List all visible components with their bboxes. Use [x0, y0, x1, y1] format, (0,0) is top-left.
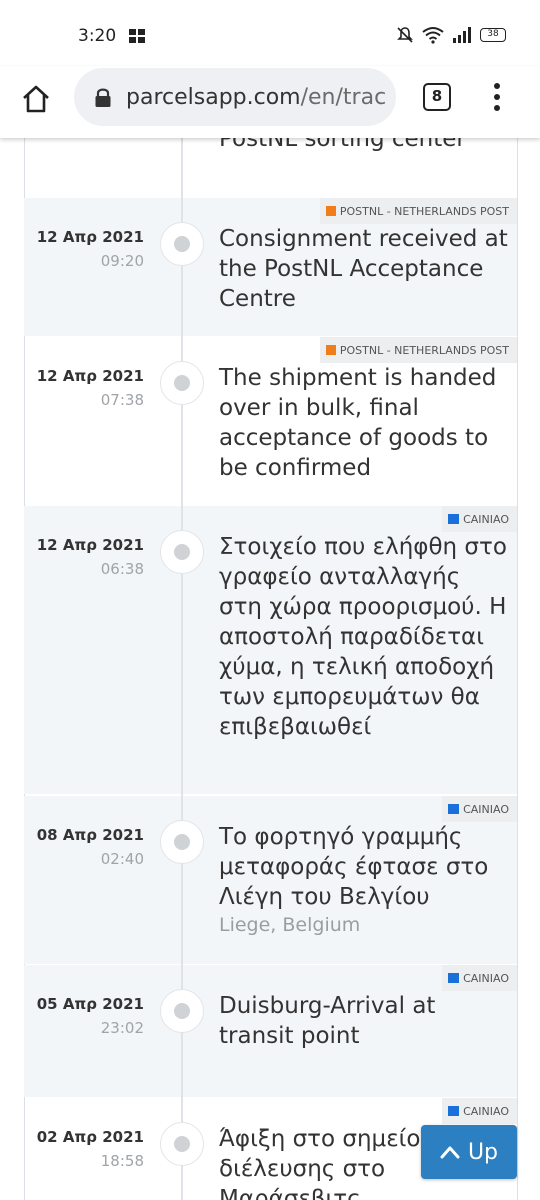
up-button-label: Up — [467, 1139, 499, 1165]
tracking-event: POSTNL - NETHERLANDS POST 12 Απρ 2021 09… — [24, 198, 517, 336]
cainiao-logo-icon — [448, 514, 460, 524]
event-description: Στοιχείο που ελήφθη στο γραφείο ανταλλαγ… — [219, 534, 507, 740]
scroll-up-button[interactable]: Up — [421, 1125, 517, 1179]
mute-bell-icon — [397, 27, 413, 43]
tracking-timeline: PostNL sorting center POSTNL - NETHERLAN… — [0, 138, 540, 1200]
postnl-logo-icon — [325, 345, 336, 355]
event-time: 06:38 — [100, 560, 144, 578]
carrier-name: CAINIAO — [463, 1104, 509, 1118]
event-time: 18:58 — [100, 1152, 144, 1170]
status-time: 3:20 — [78, 26, 117, 46]
event-date: 02 Απρ 2021 — [36, 1128, 144, 1146]
carrier-name: POSTNL - NETHERLANDS POST — [339, 343, 509, 357]
timeline-dot-icon — [160, 530, 204, 574]
timeline-dot-icon — [160, 989, 204, 1033]
timeline-dot-icon — [160, 361, 204, 405]
battery-icon: 38 — [480, 28, 506, 42]
overflow-menu-icon[interactable] — [490, 80, 504, 114]
event-date: 08 Απρ 2021 — [36, 826, 144, 844]
signal-icon — [453, 27, 471, 43]
carrier-badge: POSTNL - NETHERLANDS POST — [319, 198, 517, 224]
tracking-event: CAINIAO 05 Απρ 2021 23:02 Duisburg-Arriv… — [24, 965, 517, 1097]
timeline-line — [181, 138, 183, 1200]
cainiao-logo-icon — [448, 973, 460, 983]
carrier-name: POSTNL - NETHERLANDS POST — [339, 204, 509, 218]
carrier-badge: POSTNL - NETHERLANDS POST — [319, 337, 517, 363]
event-description: The shipment is handed over in bulk, fin… — [219, 365, 497, 481]
event-description: Duisburg-Arrival at transit point — [219, 993, 436, 1049]
carrier-badge: CAINIAO — [442, 506, 517, 532]
event-description: Το φορτηγό γραμμής μεταφοράς έφτασε στο … — [219, 824, 489, 910]
event-time: 23:02 — [100, 1019, 144, 1037]
carrier-badge: CAINIAO — [442, 796, 517, 822]
timeline-dot-icon — [160, 1122, 204, 1166]
event-date: 12 Απρ 2021 — [36, 536, 144, 554]
carrier-badge: CAINIAO — [442, 1098, 517, 1124]
timeline-dot-icon — [160, 222, 204, 266]
partial-event-text: PostNL sorting center — [219, 138, 466, 152]
postnl-logo-icon — [325, 206, 336, 216]
carrier-name: CAINIAO — [463, 971, 509, 985]
event-date: 12 Απρ 2021 — [36, 228, 144, 246]
home-icon — [23, 85, 49, 113]
lock-icon — [95, 88, 111, 107]
app-notification-icon — [129, 29, 145, 43]
url-domain: parcelsapp.com — [126, 84, 301, 110]
event-description: Consignment received at the PostNL Accep… — [219, 226, 508, 312]
url-path: /en/trac — [300, 84, 387, 110]
event-time: 02:40 — [100, 850, 144, 868]
cainiao-logo-icon — [448, 804, 460, 814]
home-button[interactable] — [18, 81, 54, 117]
tracking-event: CAINIAO 08 Απρ 2021 02:40 Το φορτηγό γρα… — [24, 796, 517, 964]
browser-toolbar: parcelsapp.com/en/trac 8 — [0, 66, 540, 138]
event-location: Liege, Belgium — [219, 914, 361, 936]
tab-switcher-button[interactable]: 8 — [423, 83, 451, 111]
timeline-dot-icon — [160, 820, 204, 864]
event-date: 12 Απρ 2021 — [36, 367, 144, 385]
event-time: 07:38 — [100, 391, 144, 409]
url-text: parcelsapp.com/en/trac — [126, 85, 386, 110]
cainiao-logo-icon — [448, 1106, 460, 1116]
carrier-badge: CAINIAO — [442, 965, 517, 991]
event-time: 09:20 — [100, 252, 144, 270]
address-bar[interactable]: parcelsapp.com/en/trac — [74, 68, 396, 126]
tracking-event: CAINIAO 12 Απρ 2021 06:38 Στοιχείο που ε… — [24, 506, 517, 794]
carrier-name: CAINIAO — [463, 512, 509, 526]
event-date: 05 Απρ 2021 — [36, 995, 144, 1013]
wifi-icon — [422, 27, 444, 44]
carrier-name: CAINIAO — [463, 802, 509, 816]
tracking-event: POSTNL - NETHERLANDS POST 12 Απρ 2021 07… — [24, 337, 517, 505]
status-bar: 3:20 38 — [0, 0, 540, 70]
chevron-up-icon — [440, 1146, 460, 1159]
